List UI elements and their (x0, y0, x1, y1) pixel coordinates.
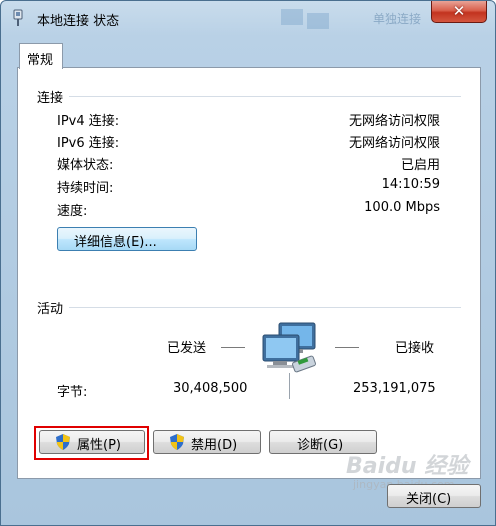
ipv4-value: 无网络访问权限 (348, 114, 440, 129)
details-button[interactable]: 详细信息(E)... (57, 227, 197, 251)
baidu-watermark: Baidu 经验 (346, 454, 469, 479)
network-adapter-icon (13, 9, 23, 26)
connection-section-label: 连接 (37, 91, 64, 106)
status-dialog-window: 本地连接 状态 单独连接 ✕ 常规 连接 IPv4 连接: 无网络访问权限 IP… (0, 0, 496, 526)
bytes-label: 字节: (57, 385, 88, 400)
tab-general[interactable]: 常规 (19, 43, 63, 69)
bytes-received-value: 253,191,075 (353, 381, 436, 396)
sent-label: 已发送 (167, 341, 207, 356)
duration-label: 持续时间: (57, 181, 114, 196)
tab-general-label: 常规 (27, 53, 54, 68)
connection-divider (69, 96, 461, 97)
ipv4-label: IPv4 连接: (57, 114, 120, 129)
sent-dash (221, 347, 245, 348)
details-button-label: 详细信息(E)... (74, 235, 157, 250)
ipv6-value: 无网络访问权限 (348, 136, 440, 151)
ipv6-label: IPv6 连接: (57, 136, 120, 151)
duration-value: 14:10:59 (381, 177, 440, 192)
media-state-label: 媒体状态: (57, 158, 114, 173)
speed-value: 100.0 Mbps (364, 200, 440, 215)
window-title: 本地连接 状态 (37, 14, 120, 29)
diagnose-button-label: 诊断(G) (297, 438, 344, 453)
network-computers-icon (262, 322, 316, 373)
background-window-text: 单独连接 (373, 12, 422, 26)
disable-button-label: 禁用(D) (191, 438, 238, 453)
close-button[interactable]: 关闭(C) (387, 484, 481, 508)
close-window-button[interactable]: ✕ (431, 1, 487, 23)
activity-divider (69, 307, 461, 308)
background-window-icon (281, 9, 329, 29)
title-bar[interactable]: 本地连接 状态 单独连接 ✕ (1, 1, 495, 35)
speed-label: 速度: (57, 204, 88, 219)
activity-section-label: 活动 (37, 302, 64, 317)
close-icon[interactable]: ✕ (432, 1, 486, 21)
uac-shield-icon (170, 434, 184, 450)
media-state-value: 已启用 (400, 158, 440, 173)
cable-line (289, 373, 290, 399)
received-label: 已接收 (395, 341, 435, 356)
bytes-sent-value: 30,408,500 (173, 381, 248, 396)
properties-highlight-box (34, 426, 149, 460)
received-dash (335, 347, 359, 348)
close-button-label: 关闭(C) (406, 492, 452, 507)
disable-button[interactable]: 禁用(D) (153, 430, 261, 454)
